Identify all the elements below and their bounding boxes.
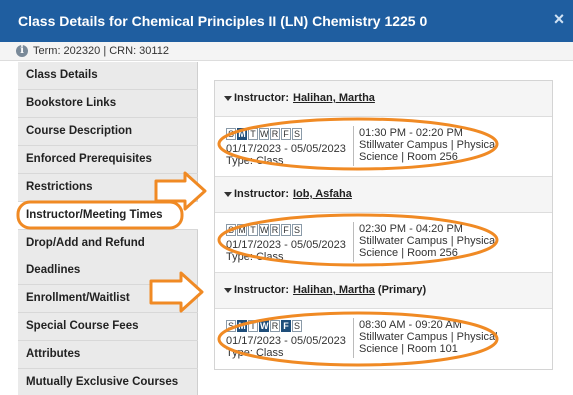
meeting-dates: 01/17/2023 - 05/05/2023 bbox=[226, 143, 346, 155]
meeting-dates: 01/17/2023 - 05/05/2023 bbox=[226, 335, 346, 347]
divider bbox=[353, 222, 354, 262]
meeting-location: Stillwater Campus | Physical bbox=[359, 331, 498, 343]
sidebar-item-drop-add-refund[interactable]: Drop/Add and Refund bbox=[18, 230, 198, 258]
day-saturday: S bbox=[292, 128, 302, 140]
sidebar-item-attributes[interactable]: Attributes bbox=[18, 341, 198, 369]
day-sunday: S bbox=[226, 128, 236, 140]
meeting-time: 02:30 PM - 04:20 PM bbox=[359, 223, 463, 235]
instructor-label: Instructor: bbox=[234, 188, 289, 200]
instructor-label: Instructor: bbox=[234, 284, 289, 296]
day-monday: M bbox=[237, 128, 247, 140]
day-thursday: R bbox=[270, 224, 280, 236]
meeting-type: Type: Class bbox=[226, 251, 284, 263]
day-indicators: S M T W R F S bbox=[226, 224, 303, 236]
day-tuesday: T bbox=[248, 320, 258, 332]
day-sunday: S bbox=[226, 320, 236, 332]
meeting-type: Type: Class bbox=[226, 347, 284, 359]
sidebar-item-mutually-exclusive-courses[interactable]: Mutually Exclusive Courses bbox=[18, 369, 198, 395]
sidebar-item-bookstore-links[interactable]: Bookstore Links bbox=[18, 90, 198, 118]
sidebar-nav: Class Details Bookstore Links Course Des… bbox=[18, 62, 198, 395]
meeting-time-block: S M T W R F S 01/17/2023 - 05/05/2023 Ty… bbox=[215, 309, 552, 369]
day-thursday: R bbox=[270, 128, 280, 140]
sidebar-item-deadlines[interactable]: Deadlines bbox=[18, 257, 198, 285]
day-indicators: S M T W R F S bbox=[226, 128, 303, 140]
primary-tag: (Primary) bbox=[377, 284, 427, 296]
day-thursday: R bbox=[270, 320, 280, 332]
day-wednesday: W bbox=[259, 128, 269, 140]
day-monday: M bbox=[237, 320, 247, 332]
sidebar-item-instructor-meeting-times[interactable]: Instructor/Meeting Times bbox=[18, 202, 198, 230]
dialog-titlebar: Class Details for Chemical Principles II… bbox=[0, 0, 573, 42]
instructor-label: Instructor: bbox=[234, 92, 289, 104]
day-wednesday: W bbox=[259, 320, 269, 332]
term-bar: i Term: 202320 | CRN: 30112 bbox=[0, 42, 573, 61]
meeting-type: Type: Class bbox=[226, 155, 284, 167]
day-friday: F bbox=[281, 224, 291, 236]
sidebar-item-enrollment-waitlist[interactable]: Enrollment/Waitlist bbox=[18, 285, 198, 313]
day-sunday: S bbox=[226, 224, 236, 236]
term-crn-text: Term: 202320 | CRN: 30112 bbox=[33, 45, 169, 57]
meeting-room: Science | Room 256 bbox=[359, 247, 458, 259]
instructor-header: Instructor: Iob, Asfaha bbox=[215, 177, 552, 213]
info-icon: i bbox=[16, 45, 28, 57]
divider bbox=[353, 126, 354, 166]
sidebar-item-class-details[interactable]: Class Details bbox=[18, 62, 198, 90]
instructor-header: Instructor: Halihan, Martha (Primary) bbox=[215, 273, 552, 309]
caret-down-icon[interactable] bbox=[224, 288, 232, 293]
day-indicators: S M T W R F S bbox=[226, 320, 303, 332]
sidebar-item-special-course-fees[interactable]: Special Course Fees bbox=[18, 313, 198, 341]
day-tuesday: T bbox=[248, 224, 258, 236]
meeting-time: 01:30 PM - 02:20 PM bbox=[359, 127, 463, 139]
day-tuesday: T bbox=[248, 128, 258, 140]
meeting-room: Science | Room 101 bbox=[359, 343, 458, 355]
instructor-header: Instructor: Halihan, Martha bbox=[215, 81, 552, 117]
day-wednesday: W bbox=[259, 224, 269, 236]
meeting-room: Science | Room 256 bbox=[359, 151, 458, 163]
day-saturday: S bbox=[292, 320, 302, 332]
caret-down-icon[interactable] bbox=[224, 96, 232, 101]
instructor-name-link[interactable]: Iob, Asfaha bbox=[293, 188, 352, 200]
day-saturday: S bbox=[292, 224, 302, 236]
sidebar-item-course-description[interactable]: Course Description bbox=[18, 118, 198, 146]
meeting-dates: 01/17/2023 - 05/05/2023 bbox=[226, 239, 346, 251]
instructor-label-row: Instructor: Halihan, Martha bbox=[234, 92, 375, 104]
day-friday: F bbox=[281, 320, 291, 332]
meeting-times-panel: Instructor: Halihan, Martha S M T W R F S… bbox=[214, 80, 553, 370]
instructor-label-row: Instructor: Iob, Asfaha bbox=[234, 188, 352, 200]
caret-down-icon[interactable] bbox=[224, 192, 232, 197]
close-icon[interactable]: × bbox=[551, 10, 567, 28]
instructor-name-link[interactable]: Halihan, Martha bbox=[293, 92, 375, 104]
meeting-location: Stillwater Campus | Physical bbox=[359, 139, 498, 151]
sidebar-item-restrictions[interactable]: Restrictions bbox=[18, 174, 198, 202]
day-friday: F bbox=[281, 128, 291, 140]
meeting-time-block: S M T W R F S 01/17/2023 - 05/05/2023 Ty… bbox=[215, 213, 552, 273]
sidebar-item-enforced-prerequisites[interactable]: Enforced Prerequisites bbox=[18, 146, 198, 174]
meeting-location: Stillwater Campus | Physical bbox=[359, 235, 498, 247]
instructor-label-row: Instructor: Halihan, Martha (Primary) bbox=[234, 284, 426, 296]
meeting-time: 08:30 AM - 09:20 AM bbox=[359, 319, 462, 331]
day-monday: M bbox=[237, 224, 247, 236]
divider bbox=[353, 318, 354, 358]
instructor-name-link[interactable]: Halihan, Martha bbox=[293, 284, 375, 296]
dialog-title: Class Details for Chemical Principles II… bbox=[18, 13, 428, 29]
meeting-time-block: S M T W R F S 01/17/2023 - 05/05/2023 Ty… bbox=[215, 117, 552, 177]
